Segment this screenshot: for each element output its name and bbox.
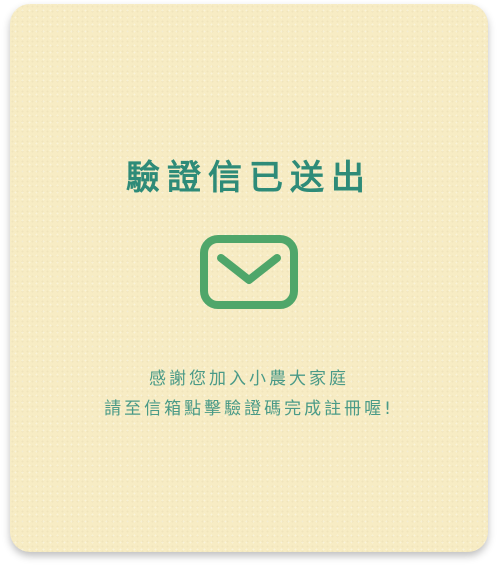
verification-sent-card: 驗證信已送出 感謝您加入小農大家庭 請至信箱點擊驗證碼完成註冊喔! (10, 4, 488, 552)
mail-icon (200, 235, 298, 309)
message-line-2: 請至信箱點擊驗證碼完成註冊喔! (104, 399, 394, 419)
dialog-title: 驗證信已送出 (126, 158, 372, 198)
message-line-1: 感謝您加入小農大家庭 (149, 369, 349, 389)
